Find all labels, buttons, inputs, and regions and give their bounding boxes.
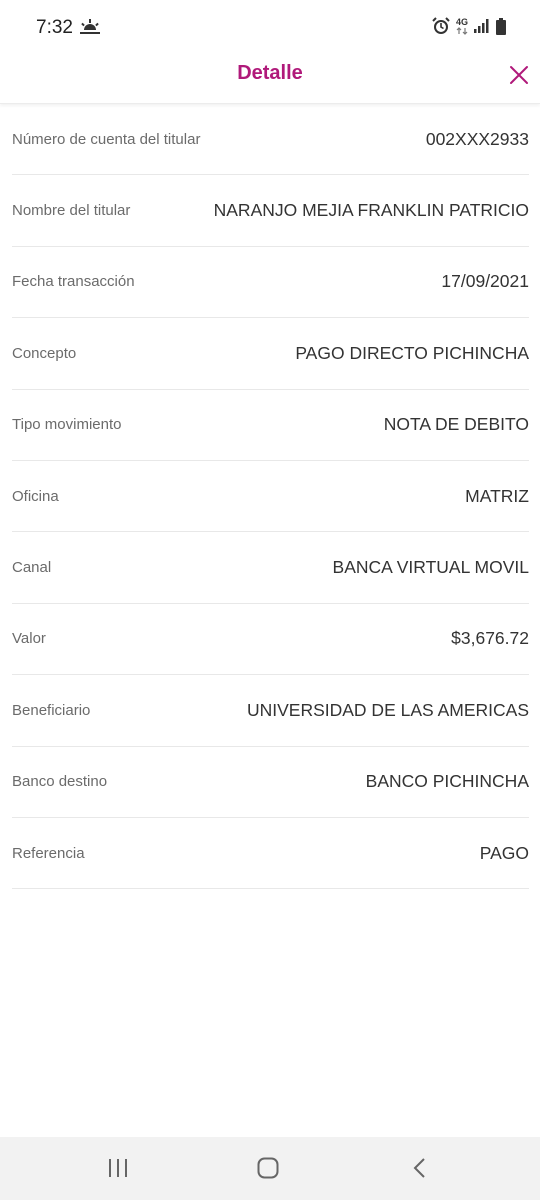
detail-value: 17/09/2021 — [441, 271, 529, 292]
detail-label: Número de cuenta del titular — [12, 130, 201, 148]
back-icon[interactable] — [409, 1157, 431, 1179]
alarm-icon — [432, 17, 450, 34]
detail-row-office: Oficina MATRIZ — [12, 461, 529, 533]
network-type: 4G — [455, 16, 468, 27]
detail-label: Referencia — [12, 844, 85, 862]
home-icon[interactable] — [257, 1157, 279, 1179]
signal-icon — [474, 19, 489, 33]
data-transfer-icon — [456, 26, 468, 35]
detail-value: NARANJO MEJIA FRANKLIN PATRICIO — [213, 200, 529, 221]
detail-row-movement-type: Tipo movimiento NOTA DE DEBITO — [12, 390, 529, 461]
close-icon[interactable] — [508, 64, 530, 86]
detail-row-beneficiary: Beneficiario UNIVERSIDAD DE LAS AMERICAS — [12, 675, 529, 747]
detail-value: PAGO — [479, 842, 529, 863]
detail-value: NOTA DE DEBITO — [383, 414, 529, 435]
detail-value: PAGO DIRECTO PICHINCHA — [295, 342, 529, 363]
network-indicator: 4G — [455, 16, 468, 35]
detail-value: $3,676.72 — [451, 628, 529, 649]
detail-label: Concepto — [12, 344, 77, 362]
detail-row-transaction-date: Fecha transacción 17/09/2021 — [12, 247, 529, 319]
detail-label: Nombre del titular — [12, 202, 131, 220]
system-navigation-bar — [0, 1137, 540, 1200]
detail-label: Beneficiario — [12, 701, 91, 719]
detail-row-channel: Canal BANCA VIRTUAL MOVIL — [12, 532, 529, 604]
detail-label: Valor — [12, 630, 46, 648]
detail-value: BANCO PICHINCHA — [365, 771, 529, 792]
detail-row-account-number: Número de cuenta del titular 002XXX2933 — [12, 104, 529, 176]
recent-apps-icon[interactable] — [107, 1157, 129, 1179]
status-time: 7:32 — [36, 17, 73, 38]
detail-row-holder-name: Nombre del titular NARANJO MEJIA FRANKLI… — [12, 175, 529, 247]
detail-value: BANCA VIRTUAL MOVIL — [332, 557, 529, 578]
detail-value: 002XXX2933 — [425, 128, 529, 149]
detail-label: Oficina — [12, 487, 59, 505]
status-bar: 7:32 4G — [0, 0, 540, 50]
detail-row-reference: Referencia PAGO — [12, 818, 529, 890]
status-indicators: 4G — [432, 17, 506, 35]
page-title: Detalle — [237, 62, 303, 84]
detail-label: Canal — [12, 559, 52, 577]
detail-label: Tipo movimiento — [12, 416, 122, 434]
detail-row-concept: Concepto PAGO DIRECTO PICHINCHA — [12, 318, 529, 390]
detail-label: Banco destino — [12, 773, 108, 791]
header: Detalle — [0, 50, 540, 104]
detail-row-amount: Valor $3,676.72 — [12, 604, 529, 676]
detail-list: Número de cuenta del titular 002XXX2933 … — [12, 104, 529, 890]
battery-icon — [496, 17, 506, 35]
detail-label: Fecha transacción — [12, 273, 135, 291]
detail-row-destination-bank: Banco destino BANCO PICHINCHA — [12, 747, 529, 818]
sunrise-weather-icon — [80, 19, 100, 34]
detail-value: UNIVERSIDAD DE LAS AMERICAS — [246, 699, 529, 720]
detail-value: MATRIZ — [465, 485, 529, 506]
